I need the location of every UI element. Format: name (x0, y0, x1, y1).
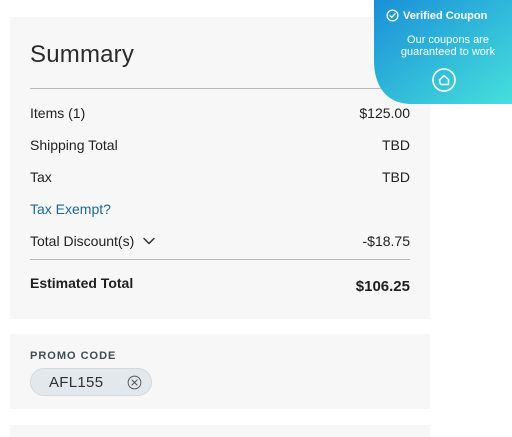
estimated-total-label: Estimated Total (30, 275, 134, 291)
promo-card: PROMO CODE AFL155 (10, 334, 430, 409)
total-divider (30, 259, 410, 260)
summary-divider (30, 88, 410, 89)
badge-subtitle-line1: Our coupons are (407, 34, 489, 46)
items-label: Items (1) (30, 105, 86, 121)
summary-card: Summary Items (1) $125.00 Shipping Total… (10, 17, 430, 319)
discount-label: Total Discount(s) (30, 233, 135, 249)
shipping-value: TBD (382, 137, 410, 153)
tax-exempt-link[interactable]: Tax Exempt? (30, 201, 111, 217)
promo-label: PROMO CODE (30, 350, 117, 362)
discount-toggle[interactable]: Total Discount(s) (30, 233, 156, 249)
order-summary-page: Summary Items (1) $125.00 Shipping Total… (0, 0, 512, 437)
badge-subtitle-line2: guaranteed to work (400, 46, 496, 58)
estimated-total-row: Estimated Total $106.25 (30, 273, 410, 295)
check-circle-icon (386, 9, 399, 22)
discount-value: -$18.75 (362, 233, 410, 249)
tax-label: Tax (30, 169, 52, 185)
summary-title: Summary (30, 41, 135, 68)
tax-value: TBD (382, 169, 410, 185)
items-value: $125.00 (359, 105, 410, 121)
house-circle-icon[interactable] (432, 68, 456, 92)
promo-code-chip: AFL155 (30, 368, 152, 396)
chevron-down-icon (143, 237, 156, 245)
verified-coupon-badge: Verified Coupon Our coupons are guarante… (374, 0, 512, 104)
tax-exempt-row: Tax Exempt? (30, 199, 410, 219)
badge-title: Verified Coupon (386, 9, 487, 22)
badge-title-text: Verified Coupon (403, 9, 488, 22)
next-card (10, 425, 430, 437)
tax-row: Tax TBD (30, 167, 410, 187)
close-circle-icon[interactable] (127, 375, 142, 390)
badge-subtitle: Our coupons are guaranteed to work (386, 34, 510, 58)
discount-row: Total Discount(s) -$18.75 (30, 231, 410, 251)
estimated-total-value: $106.25 (355, 277, 410, 295)
promo-code-text: AFL155 (49, 373, 104, 391)
items-row: Items (1) $125.00 (30, 103, 410, 123)
shipping-row: Shipping Total TBD (30, 135, 410, 155)
shipping-label: Shipping Total (30, 137, 118, 153)
